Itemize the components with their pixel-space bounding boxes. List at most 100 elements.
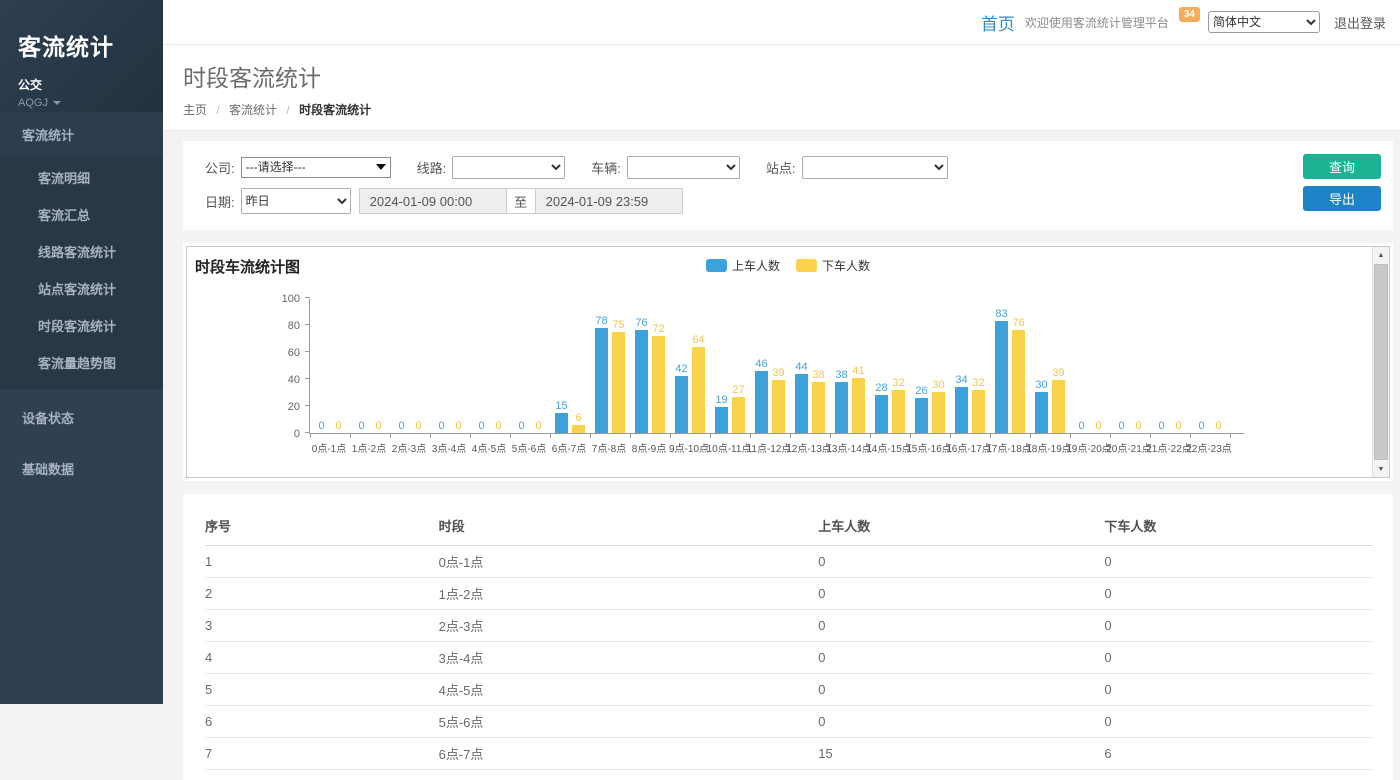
bar-wrap: 42 <box>674 363 689 433</box>
sidebar-subitem-0[interactable]: 客流明细 <box>0 159 163 196</box>
bar-wrap: 46 <box>754 358 769 433</box>
y-tick-label: 80 <box>288 321 300 332</box>
bar-value-label: 42 <box>675 363 687 375</box>
bar-wrap: 0 <box>354 420 369 433</box>
bar <box>572 425 585 433</box>
table-cell: 0 <box>1104 674 1373 706</box>
legend-item[interactable]: 上车人数 <box>706 257 780 274</box>
bar <box>715 407 728 433</box>
query-button[interactable]: 查询 <box>1303 154 1381 179</box>
bar-group: 00 <box>390 420 430 433</box>
home-link[interactable]: 首页 <box>981 10 1015 35</box>
x-tick <box>350 434 351 438</box>
x-tick <box>310 434 311 438</box>
scrollbar-up-icon[interactable]: ▲ <box>1373 247 1389 263</box>
bar <box>1012 330 1025 433</box>
table-cell: 6点-7点 <box>439 738 819 770</box>
x-axis-label: 11点-12点 <box>749 440 789 453</box>
x-tick <box>1190 434 1191 438</box>
caret-down-icon <box>53 101 61 105</box>
bar-value-label: 0 <box>1078 420 1084 432</box>
bar-value-label: 32 <box>892 377 904 389</box>
x-axis-label: 1点-2点 <box>349 440 389 453</box>
breadcrumb-home[interactable]: 主页 <box>183 103 207 117</box>
bar-value-label: 30 <box>932 379 944 391</box>
sidebar-subitem-1[interactable]: 客流汇总 <box>0 196 163 233</box>
date-end-input[interactable] <box>535 188 683 214</box>
sidebar-item-passenger-stats[interactable]: 客流统计 <box>0 112 163 157</box>
sidebar: 客流统计 公交 AQGJ 客流统计 客流明细客流汇总线路客流统计站点客流统计时段… <box>0 0 163 704</box>
y-tick <box>305 432 310 433</box>
sidebar-item-base-data[interactable]: 基础数据 <box>0 446 163 491</box>
vehicle-select[interactable] <box>627 156 740 179</box>
bar <box>652 336 665 433</box>
bar-value-label: 26 <box>915 385 927 397</box>
date-start-input[interactable] <box>359 188 507 214</box>
x-axis-label: 15点-16点 <box>909 440 949 453</box>
bar <box>795 374 808 433</box>
bar-wrap: 0 <box>1211 420 1226 433</box>
notification-badge: 34 <box>1179 7 1200 22</box>
company-select[interactable]: ---请选择--- <box>241 157 391 178</box>
x-tick <box>790 434 791 438</box>
bar-wrap: 0 <box>1131 420 1146 433</box>
scrollbar-thumb[interactable] <box>1374 264 1388 460</box>
y-tick-label: 0 <box>294 429 300 440</box>
table-cell: 0 <box>1104 610 1373 642</box>
table-cell: 0 <box>1104 546 1373 578</box>
bar-group: 00 <box>510 420 550 433</box>
legend-item[interactable]: 下车人数 <box>796 257 870 274</box>
sidebar-subitem-4[interactable]: 时段客流统计 <box>0 307 163 344</box>
bar-wrap: 0 <box>491 420 506 433</box>
stats-table: 序号时段上车人数下车人数 10点-1点0021点-2点0032点-3点0043点… <box>205 508 1373 770</box>
sidebar-subitem-5[interactable]: 客流量趋势图 <box>0 344 163 381</box>
org-name: 公交 <box>18 76 145 93</box>
language-select[interactable]: 简体中文 <box>1208 11 1320 33</box>
x-axis-label: 8点-9点 <box>629 440 669 453</box>
bar-wrap: 0 <box>331 420 346 433</box>
bar <box>1035 392 1048 433</box>
date-preset-select[interactable]: 昨日 <box>241 188 351 214</box>
sidebar-subitem-2[interactable]: 线路客流统计 <box>0 233 163 270</box>
bar-value-label: 41 <box>852 365 864 377</box>
chart-scrollbar[interactable]: ▲ ▼ <box>1372 247 1389 477</box>
scrollbar-down-icon[interactable]: ▼ <box>1373 461 1389 477</box>
account-dropdown[interactable]: AQGJ <box>18 97 145 109</box>
bar-value-label: 64 <box>692 334 704 346</box>
bar-value-label: 0 <box>375 420 381 432</box>
x-tick <box>950 434 951 438</box>
table-row: 43点-4点00 <box>205 642 1373 674</box>
bar-value-label: 39 <box>772 367 784 379</box>
date-to-label: 至 <box>507 188 535 214</box>
x-axis-label: 6点-7点 <box>549 440 589 453</box>
bar-wrap: 0 <box>1114 420 1129 433</box>
bar-wrap: 76 <box>1011 317 1026 433</box>
chart-container: 时段车流统计图 上车人数下车人数 020406080100 0000000000… <box>186 246 1390 478</box>
table-cell: 6 <box>205 706 439 738</box>
table-row: 32点-3点00 <box>205 610 1373 642</box>
export-button[interactable]: 导出 <box>1303 186 1381 211</box>
bar-wrap: 0 <box>1074 420 1089 433</box>
legend-label: 下车人数 <box>822 257 870 274</box>
logout-link[interactable]: 退出登录 <box>1334 13 1386 32</box>
bar <box>835 382 848 433</box>
bar-wrap: 30 <box>931 379 946 433</box>
breadcrumb-passenger-stats[interactable]: 客流统计 <box>229 103 277 117</box>
table-cell: 15 <box>818 738 1104 770</box>
bar-group: 26 30 <box>910 379 950 433</box>
bar-wrap: 19 <box>714 394 729 433</box>
date-label: 日期: <box>205 192 235 211</box>
table-header-cell: 序号 <box>205 508 439 546</box>
bar-value-label: 0 <box>335 420 341 432</box>
vehicle-label: 车辆: <box>591 158 621 177</box>
app-title: 客流统计 <box>18 28 145 62</box>
sidebar-subitem-3[interactable]: 站点客流统计 <box>0 270 163 307</box>
line-select[interactable] <box>452 156 565 179</box>
bar-value-label: 19 <box>715 394 727 406</box>
company-label: 公司: <box>205 158 235 177</box>
bar-group: 8376 <box>990 308 1030 433</box>
sidebar-submenu: 客流明细客流汇总线路客流统计站点客流统计时段客流统计客流量趋势图 <box>0 157 163 389</box>
sidebar-item-device-status[interactable]: 设备状态 <box>0 395 163 440</box>
station-select[interactable] <box>802 156 948 179</box>
bar-value-label: 0 <box>518 420 524 432</box>
